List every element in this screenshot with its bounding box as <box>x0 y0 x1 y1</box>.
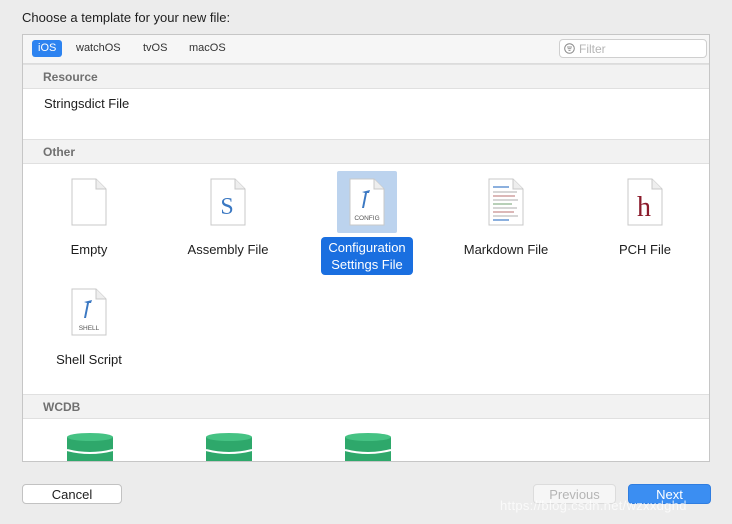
wcdb-template-database-icon[interactable] <box>205 433 253 462</box>
section-header-wcdb: WCDB <box>23 394 709 419</box>
filter-input[interactable] <box>579 40 701 57</box>
dialog-prompt: Choose a template for your new file: <box>22 10 231 25</box>
filter-icon <box>564 43 575 54</box>
filter-field[interactable] <box>559 39 707 58</box>
cancel-button[interactable]: Cancel <box>22 484 122 504</box>
template-label: PCH File <box>618 242 671 257</box>
template-panel: iOS watchOS tvOS macOS Resource Stringsd… <box>22 34 710 462</box>
shell-script-icon: SHELL <box>59 281 119 343</box>
tab-tvos[interactable]: tvOS <box>137 40 173 57</box>
svg-text:S: S <box>220 194 233 220</box>
svg-text:CONFIG: CONFIG <box>354 215 379 222</box>
section-header-other: Other <box>23 139 709 164</box>
platform-bar: iOS watchOS tvOS macOS <box>23 35 709 64</box>
markdown-file-icon <box>476 171 536 233</box>
pch-file-icon: h <box>615 171 675 233</box>
svg-text:h: h <box>637 192 651 223</box>
template-label-line2: Settings File <box>331 257 403 272</box>
template-stringsdict-file[interactable]: Stringsdict File <box>44 96 129 111</box>
template-label: Assembly File <box>187 242 269 257</box>
template-label: Markdown File <box>463 242 549 257</box>
wcdb-template-database-icon[interactable] <box>66 433 114 462</box>
template-label: Shell Script <box>56 352 122 367</box>
tab-watchos[interactable]: watchOS <box>70 40 127 57</box>
template-label-line1: Configuration <box>328 240 406 255</box>
empty-file-icon <box>59 171 119 233</box>
watermark: https://blog.csdn.net/wzxxdghd <box>500 498 687 513</box>
tab-ios[interactable]: iOS <box>32 40 63 57</box>
template-label: Configuration Settings File <box>321 237 413 275</box>
svg-text:SHELL: SHELL <box>79 325 100 332</box>
assembly-file-icon: S <box>198 171 258 233</box>
template-label: Empty <box>70 242 108 257</box>
wcdb-template-database-icon[interactable] <box>344 433 392 462</box>
tab-macos[interactable]: macOS <box>183 40 232 57</box>
section-header-resource: Resource <box>23 64 709 89</box>
config-file-icon: CONFIG <box>337 171 397 233</box>
